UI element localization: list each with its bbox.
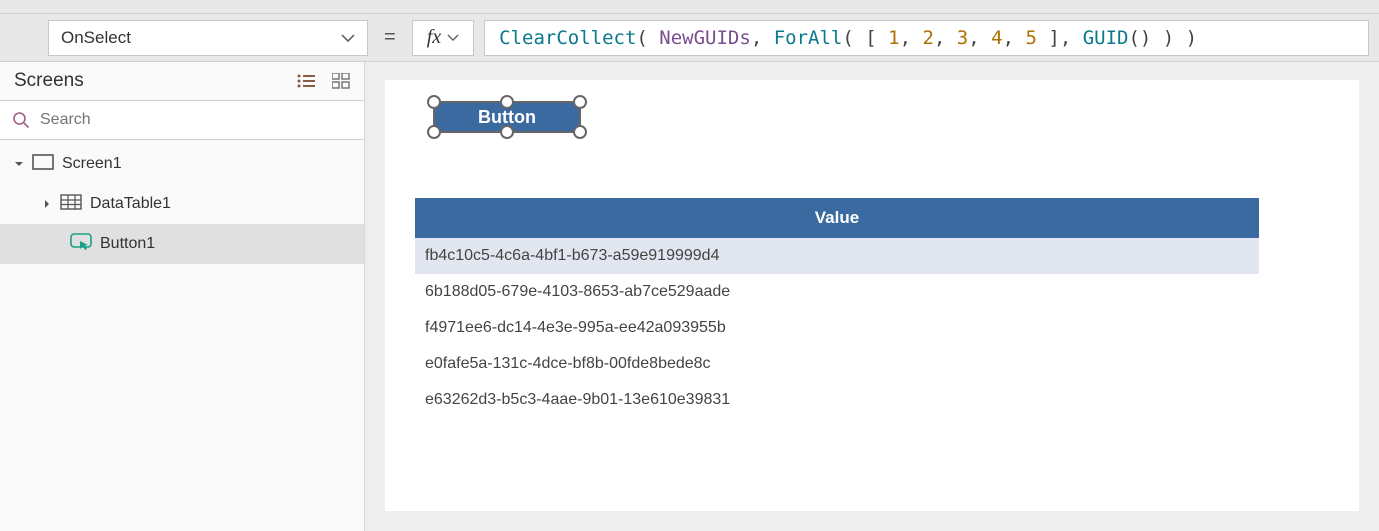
resize-handle-sw[interactable] <box>427 125 441 139</box>
app-chrome-strip <box>0 0 1379 14</box>
equals-label: = <box>378 26 402 49</box>
table-row[interactable]: e0fafe5a-131c-4dce-bf8b-00fde8bede8c <box>415 346 1259 382</box>
search-input[interactable] <box>40 111 352 129</box>
datatable-control[interactable]: Value fb4c10c5-4c6a-4bf1-b673-a59e919999… <box>415 198 1259 418</box>
formula-token: ClearCollect <box>499 27 636 49</box>
tree-label: Button1 <box>100 235 155 253</box>
formula-token: , <box>900 27 923 49</box>
screen-canvas[interactable]: Button Value fb4c10c5-4c6a-4bf1-b673-a59… <box>385 80 1359 511</box>
resize-handle-s[interactable] <box>500 125 514 139</box>
formula-token: ], <box>1037 27 1083 49</box>
formula-token: ( <box>636 27 659 49</box>
table-row[interactable]: e63262d3-b5c3-4aae-9b01-13e610e39831 <box>415 382 1259 418</box>
formula-token: () ) ) <box>1128 27 1197 49</box>
cell-value: f4971ee6-dc14-4e3e-995a-ee42a093955b <box>425 319 726 337</box>
cell-value: e0fafe5a-131c-4dce-bf8b-00fde8bede8c <box>425 355 711 373</box>
tree-label: DataTable1 <box>90 195 171 213</box>
selected-control-button[interactable]: Button <box>427 95 587 139</box>
tree-label: Screen1 <box>62 155 122 173</box>
list-view-icon[interactable] <box>296 73 316 89</box>
tree-item-screen1[interactable]: Screen1 <box>0 144 364 184</box>
tree-item-button1[interactable]: Button1 <box>0 224 364 264</box>
table-row[interactable]: fb4c10c5-4c6a-4bf1-b673-a59e919999d4 <box>415 238 1259 274</box>
fx-button[interactable]: fx <box>412 20 474 56</box>
button-icon <box>70 233 92 256</box>
formula-token: , <box>934 27 957 49</box>
formula-token: ( [ <box>842 27 888 49</box>
resize-handle-ne[interactable] <box>573 95 587 109</box>
search-icon <box>12 111 30 129</box>
screen-icon <box>32 154 54 175</box>
screens-heading: Screens <box>14 70 84 92</box>
property-dropdown-value: OnSelect <box>61 28 131 48</box>
datatable-header[interactable]: Value <box>415 198 1259 238</box>
search-box[interactable] <box>0 100 364 140</box>
column-header-value: Value <box>815 208 859 228</box>
formula-token: , <box>1003 27 1026 49</box>
cell-value: fb4c10c5-4c6a-4bf1-b673-a59e919999d4 <box>425 247 719 265</box>
resize-handle-nw[interactable] <box>427 95 441 109</box>
resize-handle-se[interactable] <box>573 125 587 139</box>
canvas-area[interactable]: Button Value fb4c10c5-4c6a-4bf1-b673-a59… <box>365 62 1379 531</box>
cell-value: 6b188d05-679e-4103-8653-ab7ce529aade <box>425 283 730 301</box>
expand-icon[interactable] <box>42 199 52 209</box>
fx-icon: fx <box>427 26 441 49</box>
tree-item-datatable1[interactable]: DataTable1 <box>0 184 364 224</box>
chevron-down-icon <box>447 34 459 41</box>
formula-bar: OnSelect = fx ClearCollect( NewGUIDs, Fo… <box>0 14 1379 62</box>
tree-panel: Screens <box>0 62 365 531</box>
formula-token: 2 <box>922 27 933 49</box>
formula-token: 3 <box>957 27 968 49</box>
formula-token: ForAll <box>774 27 843 49</box>
formula-token: , <box>751 27 774 49</box>
chevron-down-icon <box>341 34 355 42</box>
formula-token: 4 <box>991 27 1002 49</box>
collapse-icon[interactable] <box>14 159 24 169</box>
resize-handle-n[interactable] <box>500 95 514 109</box>
table-icon <box>60 194 82 215</box>
formula-input[interactable]: ClearCollect( NewGUIDs, ForAll( [ 1, 2, … <box>484 20 1369 56</box>
cell-value: e63262d3-b5c3-4aae-9b01-13e610e39831 <box>425 391 730 409</box>
property-dropdown[interactable]: OnSelect <box>48 20 368 56</box>
grid-view-icon[interactable] <box>332 73 350 89</box>
table-row[interactable]: 6b188d05-679e-4103-8653-ab7ce529aade <box>415 274 1259 310</box>
table-row[interactable]: f4971ee6-dc14-4e3e-995a-ee42a093955b <box>415 310 1259 346</box>
formula-token: GUID <box>1083 27 1129 49</box>
formula-token: , <box>968 27 991 49</box>
formula-token: 5 <box>1025 27 1036 49</box>
formula-token: NewGUIDs <box>659 27 751 49</box>
formula-token: 1 <box>888 27 899 49</box>
